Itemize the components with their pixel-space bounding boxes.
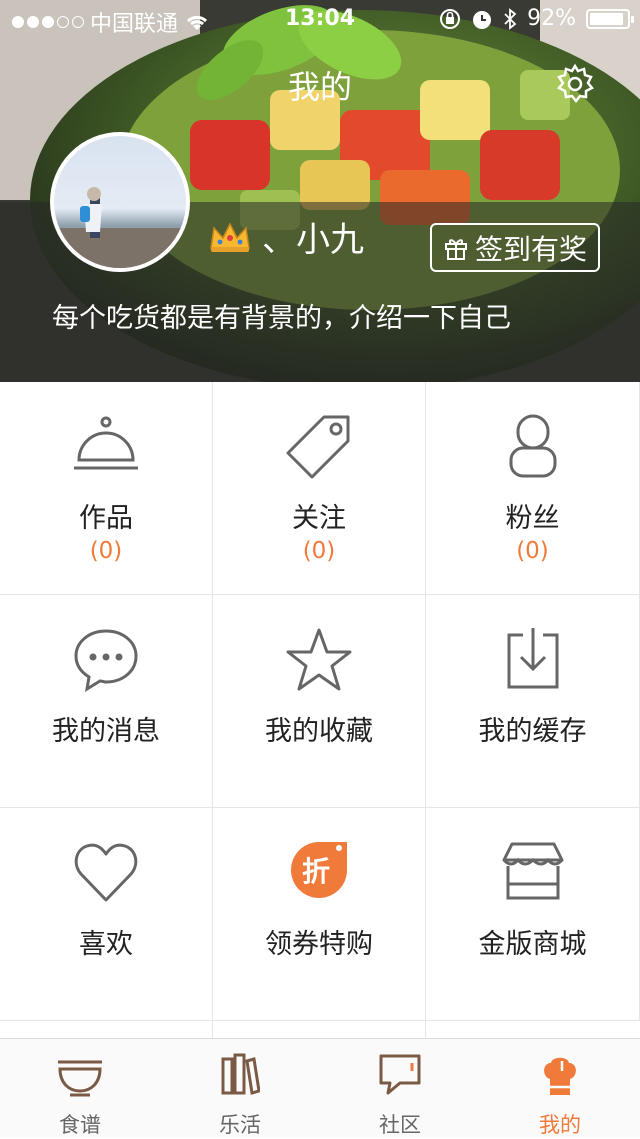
tab-recipes[interactable]: 食谱 [0,1039,160,1137]
grid-item-label: 喜欢 [79,929,133,960]
tab-community[interactable]: 社区 [320,1039,480,1137]
grid-item-label: 粉丝 [505,503,560,534]
battery-level-fill [590,12,623,25]
dish-cloche-icon [74,416,138,470]
speech-icon [379,1054,421,1095]
discount-badge-icon: 折 [291,842,347,898]
bluetooth-icon [504,7,517,30]
chat-bubble-icon [74,629,138,693]
grid-item-label: 关注 [292,503,346,534]
grid-item-likes[interactable]: 喜欢 [0,808,213,1021]
grid-item-favorites[interactable]: 我的收藏 [213,595,426,808]
battery-icon [586,8,634,29]
avatar[interactable] [50,132,190,272]
grid-item-count: (0) [89,538,123,564]
grid-item-label: 金版商城 [478,929,587,960]
grid-item-messages[interactable]: 我的消息 [0,595,213,808]
crown-icon [210,222,250,252]
tag-icon [286,415,350,479]
alarm-icon [473,10,492,29]
profile-header: 中国联通 13:04 92% 我的 、小九 签到有奖 每个吃货都是有背景的，介绍… [0,0,640,382]
checkin-label: 签到有奖 [474,232,587,266]
tab-label: 社区 [379,1113,421,1137]
grid-item-coupons[interactable]: 折 领券特购 [213,808,426,1021]
bowl-icon [58,1060,102,1097]
chef-hat-icon [544,1057,576,1095]
grid-item-label: 我的收藏 [265,716,373,747]
shop-icon [502,842,563,900]
grid-item-fans[interactable]: 粉丝 (0) [426,382,640,595]
tab-label: 食谱 [59,1113,101,1137]
status-right: 92% [439,6,634,31]
gift-icon [444,238,467,260]
battery-percent: 92% [527,6,576,31]
tab-lifestyle[interactable]: 乐活 [160,1039,320,1137]
download-icon [507,628,558,689]
tab-bar: 食谱 乐活 社区 我的 [0,1038,640,1137]
grid-item-cache[interactable]: 我的缓存 [426,595,640,808]
rotation-lock-icon [440,8,461,29]
grid-item-shop[interactable]: 金版商城 [426,808,640,1021]
bio-text[interactable]: 每个吃货都是有背景的，介绍一下自己 [52,296,511,335]
grid-item-label: 作品 [79,503,133,534]
page-title: 我的 [287,68,352,106]
tab-label: 我的 [539,1113,581,1137]
status-bar: 中国联通 13:04 92% [0,0,640,40]
grid-item-label: 领券特购 [265,929,373,960]
settings-gear-icon[interactable] [553,62,597,106]
grid-item-label: 我的缓存 [478,716,587,747]
username[interactable]: 、小九 [262,212,364,261]
tab-mine[interactable]: 我的 [480,1039,640,1137]
svg-text:折: 折 [302,855,330,888]
person-icon [509,414,556,478]
tab-label: 乐活 [219,1113,261,1137]
grid-item-following[interactable]: 关注 (0) [213,382,426,595]
books-icon [221,1053,260,1095]
grid-item-count: (0) [302,538,336,564]
checkin-reward-button[interactable]: 签到有奖 [430,223,600,272]
grid-item-label: 我的消息 [52,716,160,747]
avatar-photo [54,187,186,268]
grid-item-count: (0) [516,538,549,564]
star-icon [286,628,352,691]
heart-icon [74,843,138,902]
grid-item-works[interactable]: 作品 (0) [0,382,213,595]
